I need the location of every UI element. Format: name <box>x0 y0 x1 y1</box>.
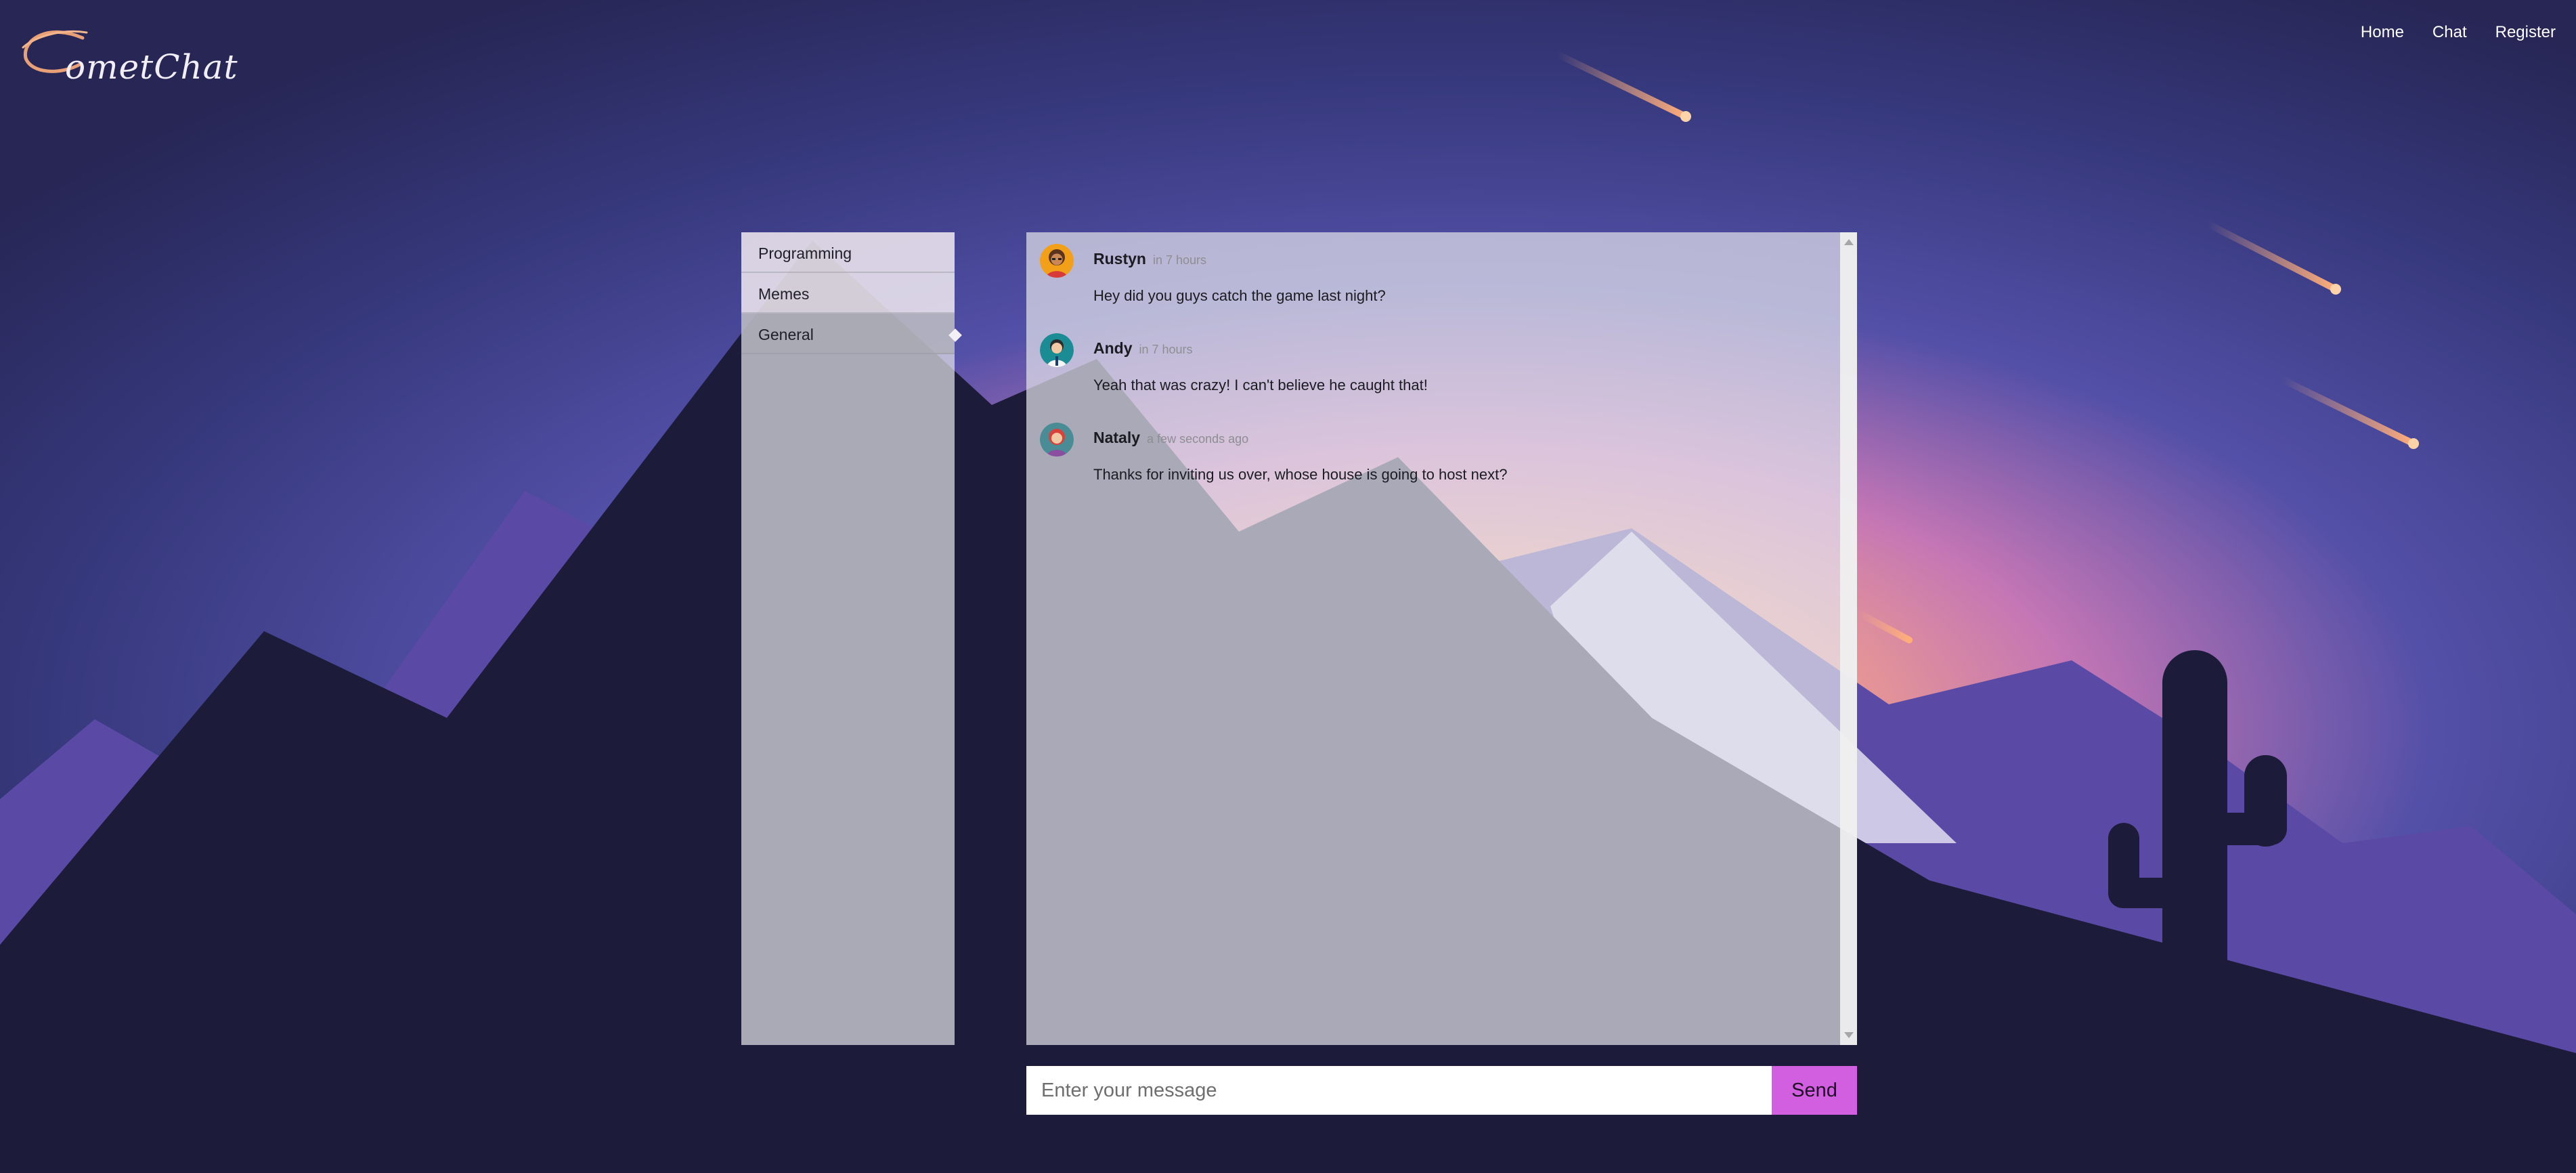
cometchat-logo[interactable]: ometChat <box>22 20 238 87</box>
page: ometChat Home Chat Register Programming … <box>0 0 2576 1173</box>
message-scrollbar[interactable] <box>1840 232 1857 1045</box>
message-text: Hey did you guys catch the game last nig… <box>1093 287 1386 304</box>
channel-label: Memes <box>758 285 810 303</box>
send-button[interactable]: Send <box>1772 1066 1857 1115</box>
man-avatar-icon <box>1040 244 1074 278</box>
logo-text: ometChat <box>65 47 238 87</box>
scroll-up-arrow-icon[interactable] <box>1844 239 1854 245</box>
message-item: Andy in 7 hours Yeah that was crazy! I ca… <box>1040 333 1818 408</box>
message-item: Rustyn in 7 hours Hey did you guys catch … <box>1040 244 1818 318</box>
message-input[interactable] <box>1026 1066 1772 1115</box>
nav-chat-link[interactable]: Chat <box>2432 23 2467 42</box>
message-header: Andy in 7 hours <box>1093 339 1193 358</box>
message-author: Nataly <box>1093 429 1141 446</box>
message-list[interactable]: Rustyn in 7 hours Hey did you guys catch … <box>1026 232 1857 1045</box>
top-nav: Home Chat Register <box>2361 23 2556 42</box>
message-header: Nataly a few seconds ago <box>1093 429 1248 447</box>
channel-item-programming[interactable]: Programming <box>741 232 955 273</box>
message-header: Rustyn in 7 hours <box>1093 250 1206 268</box>
nav-home-link[interactable]: Home <box>2361 23 2404 42</box>
channel-label: Programming <box>758 244 852 262</box>
message-timestamp: in 7 hours <box>1152 253 1207 267</box>
message-text: Thanks for inviting us over, whose house… <box>1093 466 1508 483</box>
message-item: Nataly a few seconds ago Thanks for invit… <box>1040 423 1818 497</box>
woman-avatar-icon <box>1040 423 1074 456</box>
message-author: Rustyn <box>1093 250 1146 268</box>
message-timestamp: in 7 hours <box>1139 343 1193 356</box>
message-author: Andy <box>1093 339 1133 357</box>
channel-label: General <box>758 326 814 343</box>
channel-item-memes[interactable]: Memes <box>741 273 955 314</box>
scroll-down-arrow-icon[interactable] <box>1844 1032 1854 1038</box>
channel-list: Programming Memes General <box>741 232 955 1045</box>
doctor-avatar-icon <box>1040 333 1074 367</box>
message-timestamp: a few seconds ago <box>1147 432 1249 446</box>
message-text: Yeah that was crazy! I can't believe he … <box>1093 377 1428 393</box>
channel-item-general[interactable]: General <box>741 314 955 354</box>
nav-register-link[interactable]: Register <box>2495 23 2556 42</box>
message-composer: Send <box>1026 1066 1857 1115</box>
